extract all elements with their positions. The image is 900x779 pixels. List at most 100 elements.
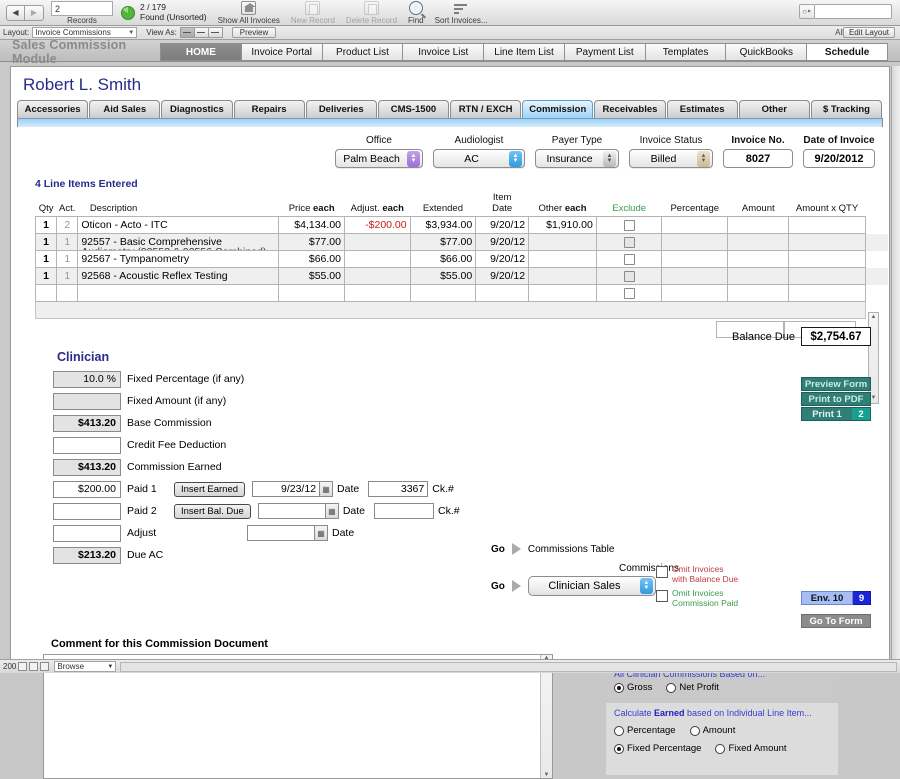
toolbar-search[interactable]: ○‣ bbox=[799, 4, 892, 19]
go-commissions-table-row[interactable]: Go Commissions Table bbox=[491, 543, 761, 555]
print1-button[interactable]: Print 1 bbox=[802, 408, 852, 420]
tab-home[interactable]: HOME bbox=[160, 43, 241, 61]
omit-commission-paid-option[interactable]: Omit Invoices Commission Paid bbox=[656, 588, 738, 608]
new-record-button[interactable]: New Record bbox=[291, 0, 335, 25]
view-as-table-button[interactable] bbox=[207, 27, 223, 38]
table-row[interactable]: 1 1 92567 - Tympanometry $66.00 $66.00 9… bbox=[34, 250, 889, 268]
radio-percentage[interactable]: Percentage bbox=[614, 725, 676, 736]
insert-earned-button[interactable]: Insert Earned bbox=[174, 481, 246, 497]
invoice-status-select[interactable]: Billed ▲ ▼ bbox=[629, 149, 713, 168]
status-toggle-icon[interactable] bbox=[40, 662, 50, 671]
exclude-checkbox[interactable] bbox=[623, 270, 635, 282]
radio-fixed-percentage[interactable]: Fixed Percentage bbox=[614, 743, 701, 754]
tab-invoice-portal[interactable]: Invoice Portal bbox=[240, 43, 322, 61]
scroll-down-icon[interactable]: ▼ bbox=[541, 772, 552, 778]
commissions-select[interactable]: Clinician Sales ▲ ▼ bbox=[527, 576, 656, 596]
go-to-form-button[interactable]: Go To Form bbox=[801, 614, 871, 628]
adjust-date-input[interactable] bbox=[247, 525, 315, 541]
omit-balance-due-option[interactable]: Omit Invoices with Balance Due bbox=[656, 564, 738, 584]
tab-quickbooks[interactable]: QuickBooks bbox=[725, 43, 807, 61]
comment-scrollbar[interactable]: ▲ ▼ bbox=[540, 655, 552, 778]
radio-gross[interactable]: Gross bbox=[614, 682, 652, 693]
radio-icon[interactable] bbox=[666, 682, 677, 693]
table-row[interactable]: 1 1 92568 - Acoustic Reflex Testing $55.… bbox=[34, 267, 889, 285]
fixed-percentage-input[interactable]: 10.0 % bbox=[53, 370, 121, 388]
sub-tab-repairs[interactable]: Repairs bbox=[233, 100, 305, 118]
calendar-icon[interactable]: ▦ bbox=[320, 481, 334, 497]
paid2-check-input[interactable] bbox=[374, 503, 435, 519]
sort-invoices-button[interactable]: Sort Invoices... bbox=[435, 0, 488, 25]
paid2-date-input[interactable] bbox=[257, 503, 326, 519]
tab-invoice-list[interactable]: Invoice List bbox=[402, 43, 484, 61]
radio-icon[interactable] bbox=[614, 725, 624, 736]
sub-tab-cms-1500[interactable]: CMS-1500 bbox=[377, 100, 450, 118]
fixed-amount-input[interactable] bbox=[53, 392, 121, 410]
find-button[interactable]: Find bbox=[408, 0, 424, 25]
envelope-button-group[interactable]: Env. 10 9 bbox=[801, 591, 871, 605]
table-row[interactable]: 1 1 92557 - Basic Comprehensive Audiomet… bbox=[34, 233, 889, 251]
omit-commission-paid-checkbox[interactable] bbox=[656, 590, 668, 602]
preview-button[interactable]: Preview bbox=[231, 27, 277, 38]
zoom-in-icon[interactable] bbox=[29, 662, 39, 671]
radio-icon[interactable] bbox=[614, 743, 624, 754]
view-as-buttons[interactable] bbox=[179, 27, 223, 38]
comment-input[interactable] bbox=[44, 655, 540, 778]
paid1-input[interactable]: $200.00 bbox=[53, 480, 121, 498]
previous-record-button[interactable]: ◀ bbox=[6, 4, 25, 21]
play-arrow-icon[interactable] bbox=[511, 543, 521, 555]
radio-fixed-amount[interactable]: Fixed Amount bbox=[715, 743, 787, 754]
table-row[interactable] bbox=[34, 284, 889, 302]
calendar-icon[interactable]: ▦ bbox=[325, 503, 339, 519]
record-navigation[interactable]: ◀ ▶ bbox=[6, 4, 44, 21]
calendar-icon[interactable]: ▦ bbox=[315, 525, 328, 541]
env10-badge[interactable]: 9 bbox=[853, 591, 871, 605]
top-navigation-tabs[interactable]: HOME Invoice Portal Product List Invoice… bbox=[160, 43, 900, 61]
delete-record-button[interactable]: Delete Record bbox=[346, 0, 397, 25]
stepper-icon[interactable]: ▲ ▼ bbox=[639, 578, 653, 594]
cell-exclude[interactable] bbox=[595, 267, 663, 285]
insert-bal-due-button[interactable]: Insert Bal. Due bbox=[174, 503, 251, 519]
sub-tab-other[interactable]: Other bbox=[738, 100, 810, 118]
stepper-icon[interactable]: ▲ ▼ bbox=[509, 150, 522, 167]
exclude-checkbox[interactable] bbox=[623, 219, 635, 231]
view-as-form-button[interactable] bbox=[179, 27, 195, 38]
show-all-invoices-button[interactable]: Show All Invoices bbox=[218, 0, 280, 25]
exclude-checkbox[interactable] bbox=[623, 236, 635, 248]
tab-product-list[interactable]: Product List bbox=[321, 43, 403, 61]
sub-tab-estimates[interactable]: Estimates bbox=[666, 100, 738, 118]
sub-tab-deliveries[interactable]: Deliveries bbox=[305, 100, 377, 118]
zoom-level[interactable]: 200 bbox=[3, 662, 16, 671]
radio-icon[interactable] bbox=[715, 743, 726, 754]
sub-tab-aid-sales[interactable]: Aid Sales bbox=[89, 100, 161, 118]
layout-select[interactable]: Invoice Commissions ▼ bbox=[32, 27, 138, 38]
zoom-out-icon[interactable] bbox=[18, 662, 28, 671]
sub-tab-diagnostics[interactable]: Diagnostics bbox=[161, 100, 233, 118]
sub-tab-accessories[interactable]: Accessories bbox=[17, 100, 89, 118]
radio-amount[interactable]: Amount bbox=[689, 725, 735, 736]
exclude-checkbox[interactable] bbox=[623, 287, 635, 299]
table-row[interactable]: 1 2 Oticon - Acto - ITC $4,134.00 -$200.… bbox=[34, 216, 889, 234]
radio-icon[interactable] bbox=[689, 725, 700, 736]
cell-exclude[interactable] bbox=[595, 233, 663, 251]
sub-tab-receivables[interactable]: Receivables bbox=[594, 100, 666, 118]
exclude-checkbox[interactable] bbox=[623, 253, 635, 265]
stepper-icon[interactable]: ▲ ▼ bbox=[407, 150, 420, 167]
radio-net-profit[interactable]: Net Profit bbox=[666, 682, 719, 693]
sub-tabs[interactable]: Accessories Aid Sales Diagnostics Repair… bbox=[11, 99, 889, 118]
commissions-table-link[interactable]: Commissions Table bbox=[528, 544, 615, 555]
audiologist-select[interactable]: AC ▲ ▼ bbox=[433, 149, 525, 168]
play-arrow-icon[interactable] bbox=[511, 580, 521, 592]
window-scrollbar[interactable] bbox=[891, 66, 900, 666]
record-number-input[interactable]: 2 bbox=[51, 0, 113, 16]
credit-fee-input[interactable] bbox=[53, 436, 121, 454]
search-input[interactable] bbox=[814, 4, 892, 19]
cell-exclude[interactable] bbox=[595, 284, 663, 302]
stepper-icon[interactable]: ▲ ▼ bbox=[603, 150, 616, 167]
adjust-input[interactable] bbox=[53, 524, 121, 542]
sub-tab-commission[interactable]: Commission bbox=[522, 100, 594, 118]
date-of-invoice-input[interactable]: 9/20/2012 bbox=[803, 149, 875, 168]
sub-tab-dollar-tracking[interactable]: $ Tracking bbox=[810, 100, 883, 118]
omit-balance-due-checkbox[interactable] bbox=[656, 566, 668, 578]
paid1-check-input[interactable]: 3367 bbox=[368, 481, 429, 497]
view-as-list-button[interactable] bbox=[193, 27, 209, 38]
